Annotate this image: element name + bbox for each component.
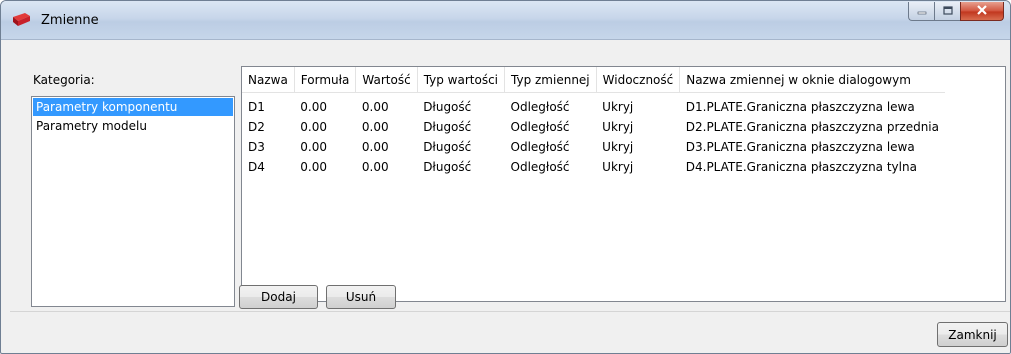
cell-value[interactable]: 0.00 [356, 157, 417, 177]
cell-dialog-name[interactable]: D4.PLATE.Graniczna płaszczyzna tylna [680, 157, 945, 177]
maximize-button[interactable] [934, 2, 960, 21]
cell-value-type[interactable]: Długość [417, 157, 504, 177]
column-header-value[interactable]: Wartość [355, 67, 418, 93]
add-button[interactable]: Dodaj [239, 285, 318, 309]
cell-variable-type[interactable]: Odległość [505, 157, 597, 177]
cell-dialog-name[interactable]: D2.PLATE.Graniczna płaszczyzna przednia [680, 117, 945, 137]
footer-separator [10, 311, 1010, 312]
category-label: Kategoria: [33, 73, 95, 87]
cell-name[interactable]: D4 [242, 157, 294, 177]
column-header-visibility[interactable]: Widoczność [596, 67, 681, 93]
cell-value-type[interactable]: Długość [417, 137, 504, 157]
cell-formula[interactable]: 0.00 [294, 157, 356, 177]
column-header-formula[interactable]: Formuła [294, 67, 357, 93]
column-header-value-type[interactable]: Typ wartości [417, 67, 506, 93]
cell-name[interactable]: D2 [242, 117, 294, 137]
cell-visibility[interactable]: Ukryj [596, 137, 680, 157]
cell-name[interactable]: D1 [242, 93, 294, 118]
remove-button[interactable]: Usuń [326, 285, 396, 309]
variables-window: Zmienne Kategoria: Parametry komponentu [0, 0, 1011, 354]
column-header-variable-type[interactable]: Typ zmiennej [504, 67, 597, 93]
minimize-button[interactable] [908, 2, 934, 21]
cell-variable-type[interactable]: Odległość [505, 137, 597, 157]
title-bar[interactable]: Zmienne [1, 1, 1010, 40]
cell-visibility[interactable]: Ukryj [596, 93, 680, 118]
table-header-row: Nazwa Formuła Wartość Typ wartości Typ z… [242, 67, 945, 93]
cell-formula[interactable]: 0.00 [294, 137, 356, 157]
cell-name[interactable]: D3 [242, 137, 294, 157]
table-row[interactable]: D1 0.00 0.00 Długość Odległość Ukryj D1.… [242, 93, 945, 118]
window-controls [908, 2, 1004, 22]
cell-value-type[interactable]: Długość [417, 117, 504, 137]
category-list[interactable]: Parametry komponentu Parametry modelu [31, 96, 235, 307]
category-item-component-parameters[interactable]: Parametry komponentu [33, 98, 233, 116]
cell-visibility[interactable]: Ukryj [596, 157, 680, 177]
column-header-name[interactable]: Nazwa [242, 67, 295, 93]
cell-dialog-name[interactable]: D3.PLATE.Graniczna płaszczyzna lewa [680, 137, 945, 157]
cell-value-type[interactable]: Długość [417, 93, 504, 118]
cell-visibility[interactable]: Ukryj [596, 117, 680, 137]
cell-value[interactable]: 0.00 [356, 93, 417, 118]
variables-table[interactable]: Nazwa Formuła Wartość Typ wartości Typ z… [241, 66, 1006, 302]
close-button[interactable]: Zamknij [937, 322, 1008, 347]
close-window-button[interactable] [960, 2, 1004, 21]
dialog-body: Kategoria: Parametry komponentu Parametr… [10, 40, 1010, 353]
minimize-icon [917, 4, 927, 18]
table-row[interactable]: D4 0.00 0.00 Długość Odległość Ukryj D4.… [242, 157, 945, 177]
table-row[interactable]: D3 0.00 0.00 Długość Odległość Ukryj D3.… [242, 137, 945, 157]
cell-dialog-name[interactable]: D1.PLATE.Graniczna płaszczyzna lewa [680, 93, 945, 118]
table-row[interactable]: D2 0.00 0.00 Długość Odległość Ukryj D2.… [242, 117, 945, 137]
red-plate-icon [11, 13, 31, 27]
cell-value[interactable]: 0.00 [356, 137, 417, 157]
close-icon [976, 4, 988, 18]
column-header-dialog-name[interactable]: Nazwa zmiennej w oknie dialogowym [679, 67, 945, 93]
cell-formula[interactable]: 0.00 [294, 117, 356, 137]
cell-value[interactable]: 0.00 [356, 117, 417, 137]
cell-variable-type[interactable]: Odległość [505, 117, 597, 137]
variables-grid: Nazwa Formuła Wartość Typ wartości Typ z… [242, 67, 945, 177]
cell-variable-type[interactable]: Odległość [505, 93, 597, 118]
maximize-icon [942, 4, 953, 18]
category-item-model-parameters[interactable]: Parametry modelu [33, 117, 233, 135]
window-title: Zmienne [41, 13, 99, 28]
cell-formula[interactable]: 0.00 [294, 93, 356, 118]
